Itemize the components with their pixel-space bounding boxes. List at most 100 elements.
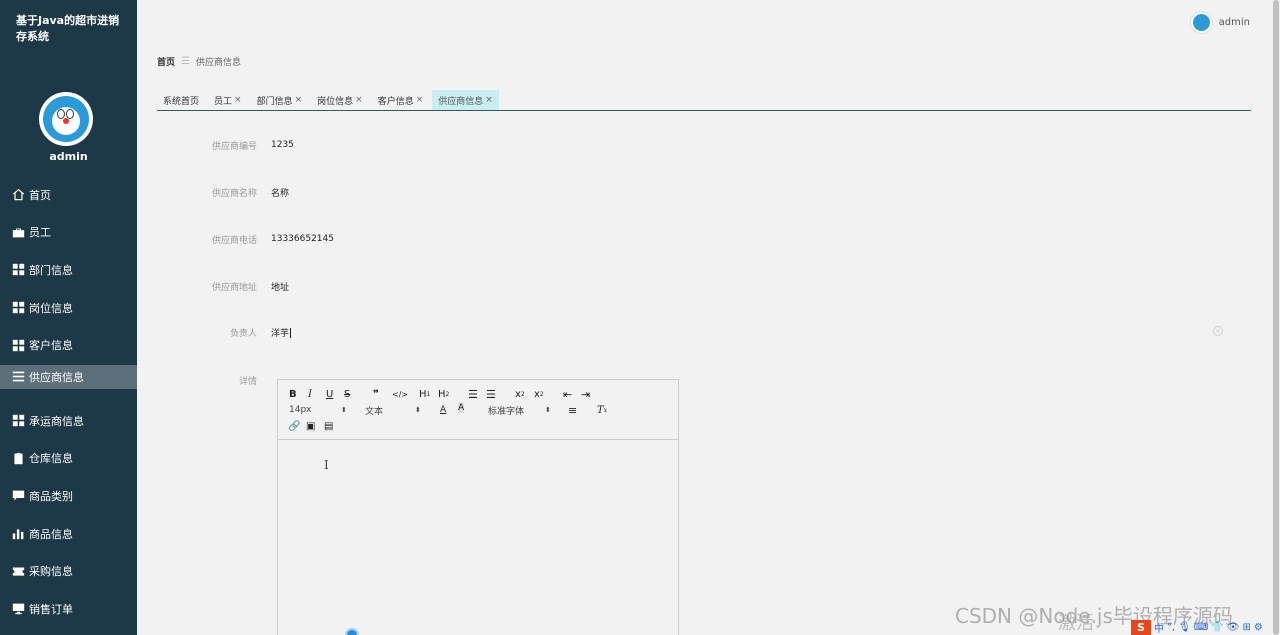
supplier-address-field[interactable]: 地址 — [271, 280, 289, 293]
outdent-icon[interactable]: ⇤ — [563, 387, 572, 401]
activate-windows-text: 激活 — [1058, 613, 1094, 634]
scrollbar[interactable] — [1272, 0, 1280, 635]
details-editor: B I U S ❞ </> H1 H2 ☰ ☰ x2 x2 ⇤ ⇥ 14px ⬍ … — [277, 379, 679, 635]
supplier-phone-label: 供应商电话 — [211, 235, 257, 246]
code-block-icon[interactable]: </> — [392, 387, 408, 401]
underline-icon[interactable]: U — [326, 387, 333, 401]
supplier-no-field[interactable]: 1235 — [271, 140, 294, 150]
sidebar-item-goods[interactable]: 商品信息 — [0, 515, 137, 553]
avatar[interactable] — [39, 92, 93, 146]
sidebar-item-warehouse[interactable]: 仓库信息 — [0, 440, 137, 478]
manager-field[interactable]: 洋芋 — [271, 326, 292, 339]
supplier-name-label: 供应商名称 — [211, 188, 257, 199]
font-family-select[interactable]: 标准字体 ⬍ — [488, 403, 554, 417]
sidebar-item-home[interactable]: 首页 — [0, 176, 137, 214]
ime-chinese-icon[interactable]: 中 — [1154, 620, 1164, 635]
list-icon — [12, 370, 25, 383]
sidebar-item-label: 客户信息 — [29, 339, 73, 353]
close-icon[interactable]: × — [355, 95, 363, 105]
tab-position[interactable]: 岗位信息 × — [311, 90, 369, 110]
sidebar-item-label: 供应商信息 — [29, 370, 84, 384]
sidebar-item-department[interactable]: 部门信息 — [0, 251, 137, 289]
grid-icon — [12, 301, 25, 314]
keyboard-icon[interactable]: ⌨ — [1194, 622, 1208, 633]
system-tray: S 中 °, 🎙 ⌨ 👕 👁 ⊞ ⚙ — [1131, 620, 1263, 635]
align-icon[interactable]: ≡ — [568, 403, 577, 417]
supplier-address-label: 供应商地址 — [211, 282, 257, 293]
sidebar-item-employee[interactable]: 员工 — [0, 214, 137, 252]
sidebar-item-label: 员工 — [29, 226, 51, 240]
superscript-icon[interactable]: x2 — [534, 387, 544, 401]
form-row-manager: 负责人 洋芋 — [157, 322, 292, 342]
close-icon[interactable]: × — [295, 95, 303, 105]
close-icon[interactable]: × — [416, 95, 424, 105]
clear-format-icon[interactable]: Tx — [597, 403, 607, 417]
header-username: admin — [1218, 17, 1250, 28]
tab-customer[interactable]: 客户信息 × — [372, 90, 430, 110]
editor-content-area[interactable]: I — [278, 440, 678, 635]
strike-icon[interactable]: S — [344, 387, 350, 401]
form-row-supplier-no: 供应商编号 1235 — [157, 135, 294, 155]
sidebar-item-purchase[interactable]: 采购信息 — [0, 552, 137, 590]
indent-icon[interactable]: ⇥ — [581, 387, 590, 401]
h2-icon[interactable]: H2 — [438, 387, 449, 401]
sidebar: 基于Java的超市进销存系统 admin 首页 员工 部门信息 岗位信息 客户信 — [0, 0, 137, 635]
clear-icon[interactable]: ✕ — [1213, 326, 1223, 336]
mic-icon[interactable]: 🎙 — [1178, 622, 1191, 633]
avatar[interactable] — [1190, 12, 1212, 33]
supplier-phone-field[interactable]: 13336652145 — [271, 234, 334, 244]
ime-logo-icon[interactable]: S — [1131, 620, 1151, 635]
close-icon[interactable]: × — [234, 95, 242, 105]
tab-department[interactable]: 部门信息 × — [251, 90, 309, 110]
sidebar-item-position[interactable]: 岗位信息 — [0, 289, 137, 327]
bar-chart-icon — [12, 527, 25, 540]
tab-label: 员工 — [214, 96, 233, 107]
bullet-list-icon[interactable]: ☰ — [486, 387, 496, 401]
blockquote-icon[interactable]: ❞ — [373, 387, 379, 401]
close-icon[interactable]: × — [485, 95, 493, 105]
grid-icon[interactable]: ⊞ — [1242, 622, 1250, 633]
ordered-list-icon[interactable]: ☰ — [468, 387, 478, 401]
settings-icon[interactable]: ⚙ — [1254, 622, 1263, 633]
form-row-supplier-address: 供应商地址 地址 — [157, 276, 289, 296]
grid-icon — [12, 414, 25, 427]
subscript-icon[interactable]: x2 — [515, 387, 525, 401]
sidebar-item-label: 销售订单 — [29, 602, 73, 616]
tab-label: 客户信息 — [377, 96, 414, 107]
h1-icon[interactable]: H1 — [419, 387, 430, 401]
emoji-icon[interactable]: 👁 — [1227, 622, 1240, 633]
tab-system-home[interactable]: 系统首页 — [157, 90, 205, 110]
sidebar-item-sales[interactable]: 销售订单 — [0, 590, 137, 628]
font-size-select[interactable]: 14px ⬍ — [289, 403, 347, 417]
italic-icon[interactable]: I — [308, 387, 312, 401]
tab-label: 部门信息 — [256, 96, 293, 107]
tab-supplier[interactable]: 供应商信息 × — [432, 90, 499, 110]
breadcrumb-home[interactable]: 首页 — [157, 55, 175, 68]
supplier-name-field[interactable]: 名称 — [271, 186, 289, 199]
sidebar-item-customer[interactable]: 客户信息 — [0, 326, 137, 364]
floating-dot[interactable] — [345, 628, 359, 635]
font-color-icon[interactable]: A — [440, 403, 446, 417]
image-icon[interactable]: ▣ — [306, 419, 315, 433]
sidebar-item-category[interactable]: 商品类别 — [0, 477, 137, 515]
manager-value: 洋芋 — [271, 328, 290, 339]
chevron-updown-icon: ⬍ — [545, 406, 551, 414]
header-user[interactable]: admin — [1190, 12, 1250, 33]
skin-icon[interactable]: 👕 — [1211, 622, 1223, 633]
breadcrumb-separator-icon: ☰ — [181, 56, 190, 67]
tab-employee[interactable]: 员工 × — [208, 90, 248, 110]
tab-label: 岗位信息 — [317, 96, 354, 107]
chevron-updown-icon: ⬍ — [341, 406, 347, 414]
grid-icon — [12, 339, 25, 352]
video-icon[interactable]: ▤ — [324, 419, 333, 433]
scrollbar-thumb[interactable] — [1273, 0, 1279, 635]
background-color-icon[interactable]: A — [458, 403, 465, 413]
punctuation-icon[interactable]: °, — [1167, 622, 1175, 633]
bold-icon[interactable]: B — [289, 387, 297, 401]
header-select[interactable]: 文本 ⬍ — [365, 403, 423, 417]
sidebar-item-label: 仓库信息 — [29, 452, 73, 466]
sidebar-item-supplier[interactable]: 供应商信息 — [0, 364, 137, 389]
sidebar-item-carrier[interactable]: 承运商信息 — [0, 402, 137, 440]
link-icon[interactable]: 🔗 — [288, 419, 300, 433]
manager-label: 负责人 — [229, 328, 257, 339]
